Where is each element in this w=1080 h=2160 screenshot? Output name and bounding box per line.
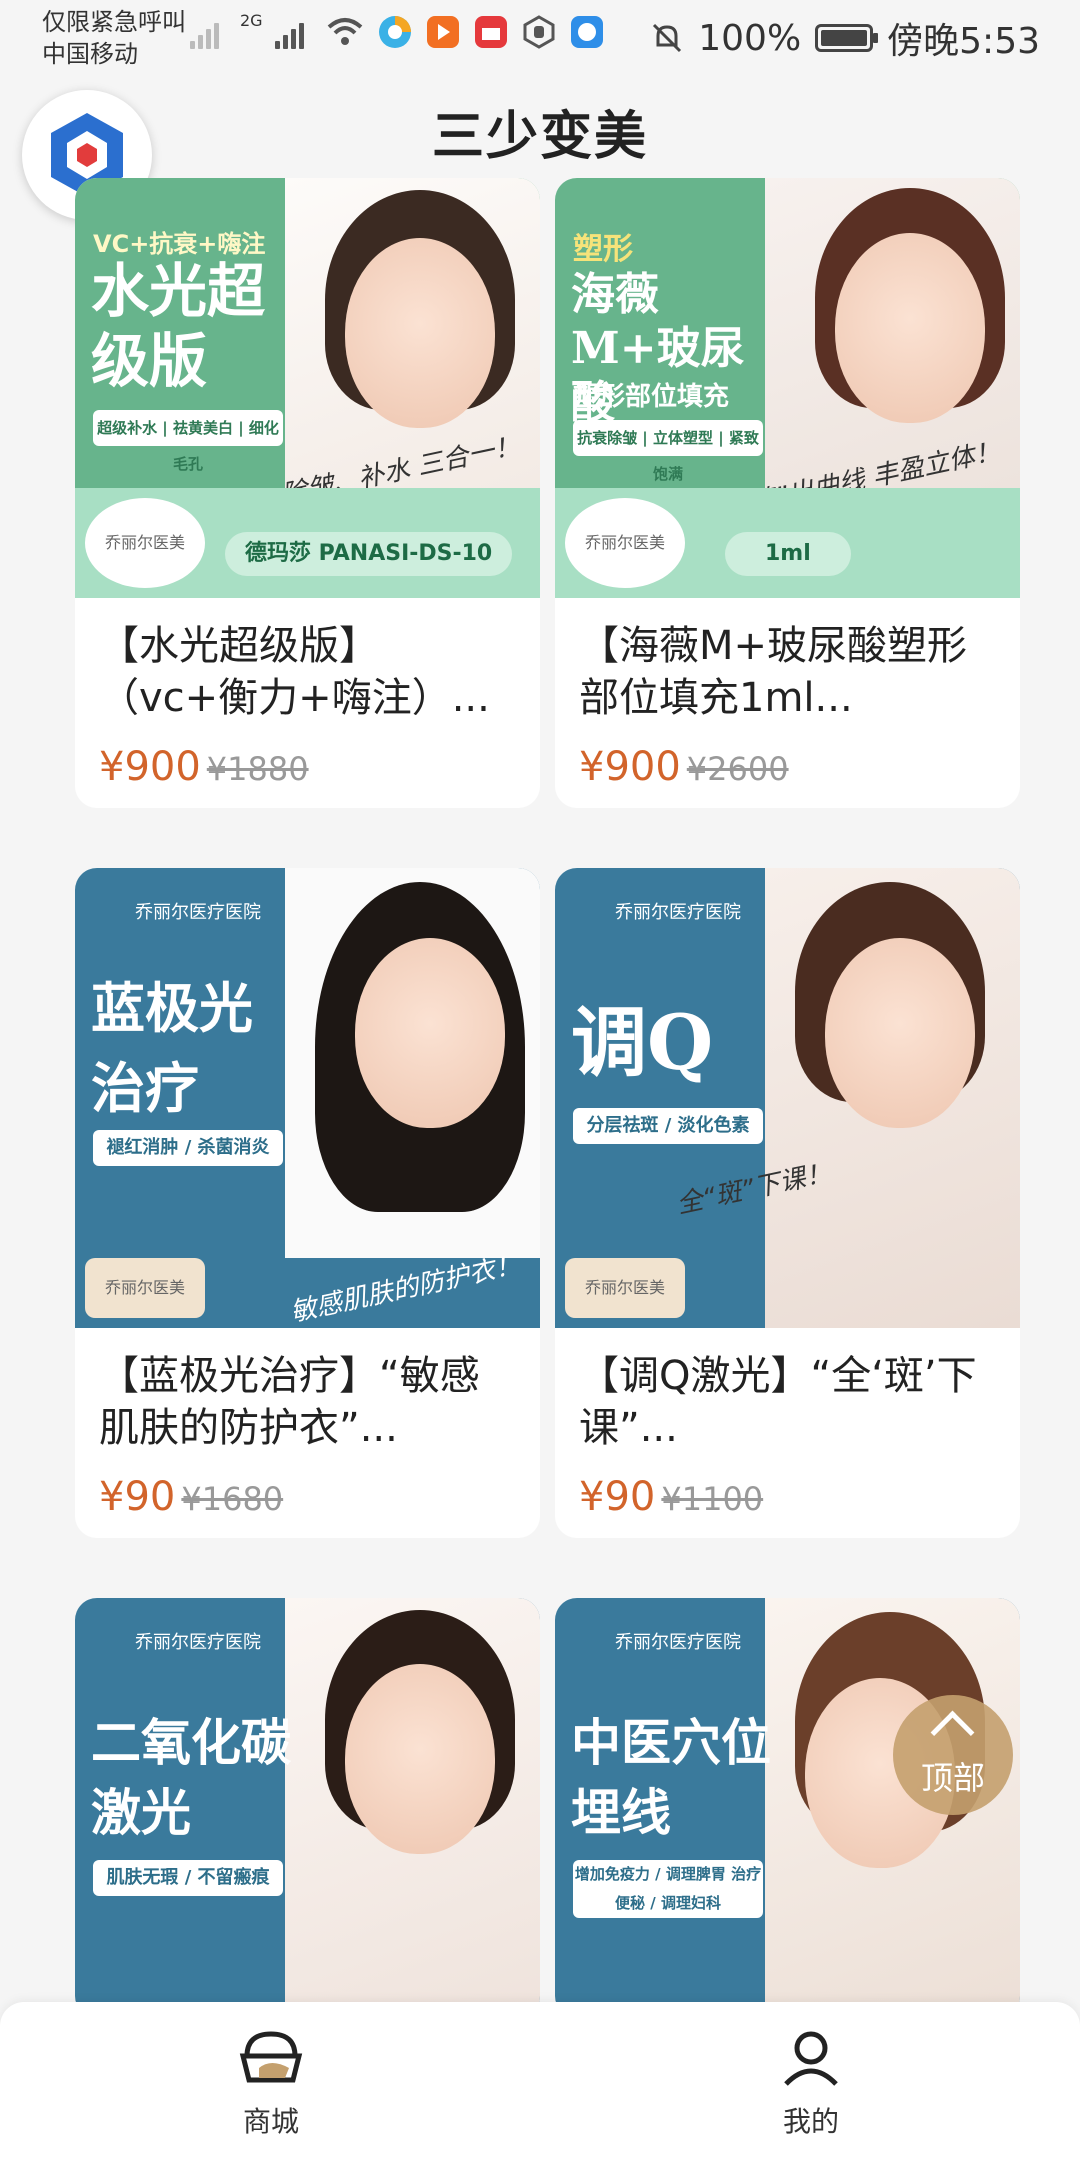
- brand-badge: 乔丽尔医美: [85, 498, 205, 588]
- poster-pill: 德玛莎 PANASI-DS-10: [225, 532, 513, 576]
- product-card[interactable]: VC+抗衰+嗨注 水光超级版 超级补水 | 祛黄美白 | 细化毛孔 美白、除皱、…: [75, 178, 540, 808]
- user-icon: [784, 2031, 838, 2086]
- poster-title: 中医穴位埋线: [571, 1713, 771, 1842]
- network-type: 2G: [240, 10, 263, 30]
- product-card[interactable]: 乔丽尔医疗医院 蓝极光治疗 褪红消肿 / 杀菌消炎 乔丽尔医美 敏感肌肤的防护衣…: [75, 868, 540, 1538]
- product-image[interactable]: VC+抗衰+嗨注 水光超级版 超级补水 | 祛黄美白 | 细化毛孔 美白、除皱、…: [75, 178, 540, 598]
- poster-title: 水光超级版: [91, 257, 266, 395]
- poster-tag: 抗衰除皱 | 立体塑型 | 紧致饱满: [573, 420, 763, 483]
- wifi-icon: [327, 18, 362, 45]
- video-app-icon: [426, 16, 459, 48]
- hospital-name: 乔丽尔医疗医院: [135, 1632, 261, 1653]
- product-card[interactable]: 乔丽尔医疗医院 二氧化碳激光 肌肤无瑕 / 不留瘢痕: [75, 1598, 540, 2018]
- product-price: ¥90: [99, 1474, 176, 1520]
- poster-top-line: 塑形: [573, 232, 633, 267]
- hand-app-icon: [523, 15, 555, 49]
- emergency-text: 仅限紧急呼叫: [42, 8, 186, 36]
- battery-icon: [815, 24, 879, 52]
- poster-title: 二氧化碳激光: [91, 1713, 291, 1842]
- product-image[interactable]: 乔丽尔医疗医院 二氧化碳激光 肌肤无瑕 / 不留瘢痕: [75, 1598, 540, 2018]
- store-app-icon: [474, 16, 507, 48]
- status-bar: 仅限紧急呼叫 中国移动 2G 100% 傍晚5:53: [0, 0, 1080, 72]
- hospital-name: 乔丽尔医疗医院: [135, 902, 261, 923]
- status-right: 100% 傍晚5:53: [650, 12, 1040, 64]
- product-original-price: ¥1880: [206, 750, 309, 788]
- product-price: ¥900: [579, 744, 681, 790]
- product-price: ¥90: [579, 1474, 656, 1520]
- product-card[interactable]: 塑形 海薇M+玻尿酸 塑形部位填充 抗衰除皱 | 立体塑型 | 紧致饱满 “填”…: [555, 178, 1020, 808]
- mute-bell-icon: [653, 23, 682, 53]
- app-header: 三少变美: [0, 72, 1080, 220]
- poster-tag: 超级补水 | 祛黄美白 | 细化毛孔: [93, 410, 283, 473]
- scroll-to-top-label: 顶部: [920, 1759, 985, 1797]
- product-image[interactable]: 乔丽尔医疗医院 调Q 分层祛斑 / 淡化色素 全“斑”下课！ 乔丽尔医美: [555, 868, 1020, 1328]
- status-icons: 2G: [190, 10, 605, 50]
- poster-tag: 肌肤无瑕 / 不留瘢痕: [93, 1860, 283, 1896]
- carrier-info: 仅限紧急呼叫 中国移动: [42, 6, 186, 70]
- clock: 傍晚5:53: [887, 21, 1040, 62]
- product-name: 【海薇M+玻尿酸塑形部位填充1ml...: [579, 623, 968, 721]
- poster-tag: 分层祛斑 / 淡化色素: [573, 1108, 763, 1144]
- brand-badge: 乔丽尔医美: [85, 1258, 205, 1318]
- product-image[interactable]: 乔丽尔医疗医院 蓝极光治疗 褪红消肿 / 杀菌消炎 乔丽尔医美 敏感肌肤的防护衣…: [75, 868, 540, 1328]
- product-name: 【蓝极光治疗】“敏感肌肤的防护衣”...: [99, 1353, 480, 1451]
- nav-item-shop[interactable]: 商城: [171, 2028, 371, 2140]
- product-original-price: ¥2600: [686, 750, 789, 788]
- chevron-up-icon: [930, 1710, 975, 1755]
- product-original-price: ¥1680: [181, 1480, 284, 1518]
- product-name: 【调Q激光】“全‘斑’下课”...: [579, 1353, 977, 1451]
- signal-strength-icon: [274, 15, 313, 49]
- product-card[interactable]: 乔丽尔医疗医院 调Q 分层祛斑 / 淡化色素 全“斑”下课！ 乔丽尔医美 【调Q…: [555, 868, 1020, 1538]
- nav-label-mine: 我的: [782, 2105, 839, 2138]
- nav-item-mine[interactable]: 我的: [711, 2028, 911, 2140]
- battery-percent: 100%: [698, 17, 802, 59]
- carrier-name: 中国移动: [42, 40, 138, 68]
- poster-title: 蓝极光治疗: [91, 976, 253, 1120]
- poster-top-line: VC+抗衰+嗨注: [93, 230, 266, 258]
- poster-tag: 褪红消肿 / 杀菌消炎: [93, 1130, 283, 1166]
- poster-title: 调Q: [571, 998, 714, 1087]
- poster-subtitle: 塑形部位填充: [573, 382, 730, 412]
- signal-icon: [190, 15, 228, 49]
- scroll-to-top-button[interactable]: 顶部: [893, 1695, 1013, 1815]
- page-title: 三少变美: [431, 107, 648, 167]
- nav-label-shop: 商城: [242, 2105, 299, 2138]
- product-price: ¥900: [99, 744, 201, 790]
- product-original-price: ¥1100: [661, 1480, 764, 1518]
- product-image[interactable]: 塑形 海薇M+玻尿酸 塑形部位填充 抗衰除皱 | 立体塑型 | 紧致饱满 “填”…: [555, 178, 1020, 598]
- hospital-name: 乔丽尔医疗医院: [615, 902, 741, 923]
- poster-pill: 1ml: [725, 532, 851, 576]
- product-name: 【水光超级版】（vc+衡力+嗨注）...: [99, 623, 490, 721]
- hospital-name: 乔丽尔医疗医院: [615, 1632, 741, 1653]
- shop-icon: [239, 2031, 303, 2083]
- brand-badge: 乔丽尔医美: [565, 498, 685, 588]
- message-app-icon: [570, 16, 603, 48]
- poster-tag: 增加免疫力 / 调理脾胃 治疗便秘 / 调理妇科: [573, 1860, 763, 1918]
- browser-app-icon: [378, 16, 411, 48]
- brand-badge: 乔丽尔医美: [565, 1258, 685, 1318]
- bottom-nav: 商城 我的: [0, 2002, 1080, 2160]
